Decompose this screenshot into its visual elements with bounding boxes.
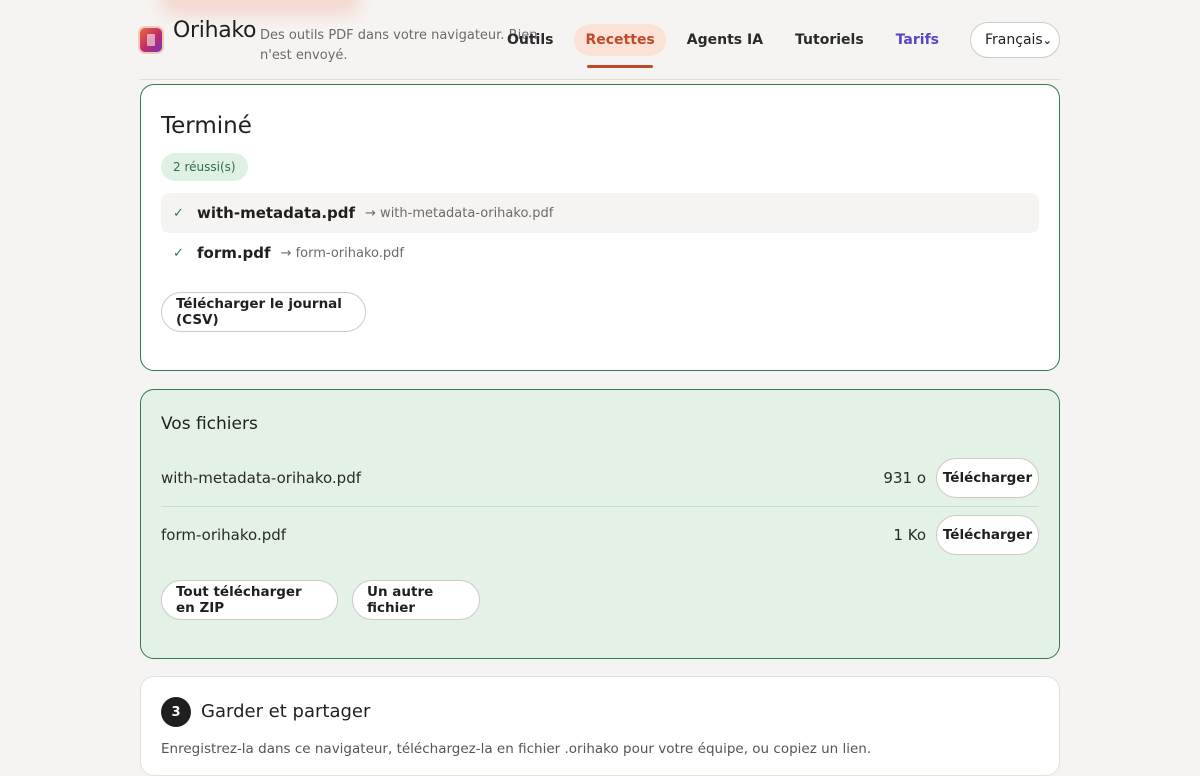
nav-tutoriels[interactable]: Tutoriels bbox=[784, 24, 875, 56]
check-icon: ✓ bbox=[173, 245, 184, 261]
download-file-button[interactable]: Télécharger bbox=[936, 515, 1039, 555]
nav-tarifs[interactable]: Tarifs bbox=[885, 24, 950, 56]
download-log-button[interactable]: Télécharger le journal (CSV) bbox=[161, 292, 366, 332]
file-row: with-metadata-orihako.pdf 931 o Téléchar… bbox=[161, 450, 1039, 507]
share-description: Enregistrez-la dans ce navigateur, téléc… bbox=[161, 741, 872, 757]
chevron-down-icon: ⌄ bbox=[1042, 33, 1052, 47]
share-card: 3 Garder et partager Enregistrez-la dans… bbox=[140, 676, 1060, 776]
result-output-name: → form-orihako.pdf bbox=[280, 245, 404, 261]
check-icon: ✓ bbox=[173, 205, 184, 221]
orihako-logo-icon[interactable] bbox=[140, 28, 162, 52]
result-output-name: → with-metadata-orihako.pdf bbox=[365, 205, 554, 221]
share-title: Garder et partager bbox=[201, 701, 371, 722]
result-title: Terminé bbox=[161, 113, 252, 139]
download-file-button[interactable]: Télécharger bbox=[936, 458, 1039, 498]
language-value: Français bbox=[985, 32, 1043, 48]
file-name: form-orihako.pdf bbox=[161, 526, 287, 544]
result-source-name: with-metadata.pdf bbox=[197, 204, 356, 222]
file-name: with-metadata-orihako.pdf bbox=[161, 469, 361, 487]
success-badge: 2 réussi(s) bbox=[161, 153, 248, 181]
language-select[interactable]: Français ⌄ bbox=[970, 22, 1060, 58]
main-nav: Outils Recettes Agents IA Tutoriels Tari… bbox=[486, 22, 1060, 68]
nav-outils[interactable]: Outils bbox=[496, 24, 565, 56]
brand-name[interactable]: Orihako bbox=[173, 18, 257, 43]
nav-agents-ia[interactable]: Agents IA bbox=[676, 24, 774, 56]
site-header: Orihako Des outils PDF dans votre naviga… bbox=[140, 0, 1060, 80]
result-card: Terminé 2 réussi(s) ✓ with-metadata.pdf … bbox=[140, 84, 1060, 371]
result-item: ✓ with-metadata.pdf → with-metadata-orih… bbox=[161, 193, 1039, 233]
result-source-name: form.pdf bbox=[197, 244, 271, 262]
file-size: 1 Ko bbox=[893, 526, 926, 544]
step-number: 3 bbox=[161, 697, 191, 727]
result-item: ✓ form.pdf → form-orihako.pdf bbox=[161, 233, 1039, 273]
files-card: Vos fichiers with-metadata-orihako.pdf 9… bbox=[140, 389, 1060, 659]
file-row: form-orihako.pdf 1 Ko Télécharger bbox=[161, 507, 1039, 563]
file-size: 931 o bbox=[883, 469, 926, 487]
nav-recettes[interactable]: Recettes bbox=[574, 24, 666, 68]
download-zip-button[interactable]: Tout télécharger en ZIP bbox=[161, 580, 338, 620]
files-title: Vos fichiers bbox=[161, 414, 258, 434]
another-file-button[interactable]: Un autre fichier bbox=[352, 580, 480, 620]
